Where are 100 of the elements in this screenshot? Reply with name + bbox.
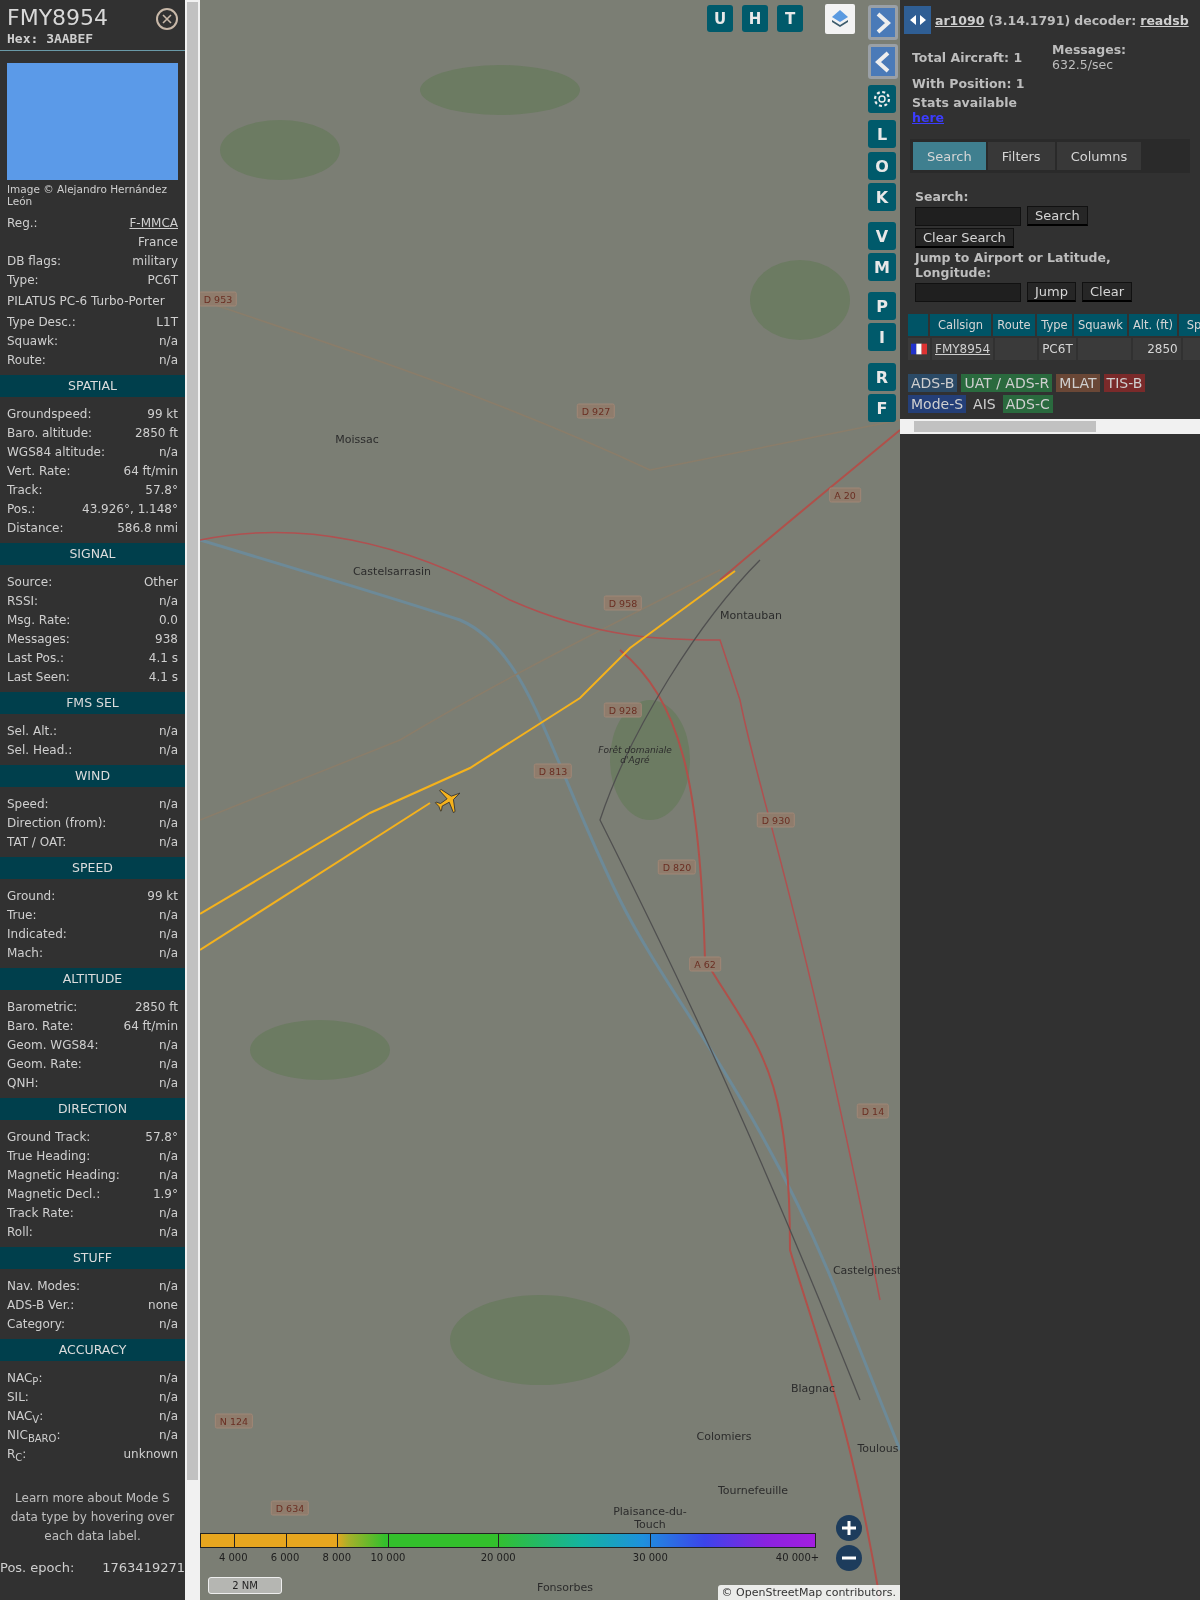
field-value: n/a [159,1148,178,1163]
clear-search-button[interactable]: Clear Search [915,228,1014,248]
column-header[interactable]: Squawk [1074,314,1127,336]
zoom-in-button[interactable] [836,1515,862,1541]
field-value: Other [143,574,178,589]
map-toggle-button[interactable]: O [868,152,896,180]
horizontal-scrollbar[interactable] [900,419,1200,434]
field-value: n/a [159,723,178,738]
collapse-button[interactable] [868,44,898,79]
field-label: Squawk: [7,333,58,348]
map-toggle-button[interactable]: K [868,183,896,211]
column-header[interactable]: Sp [1179,314,1200,336]
field-value: n/a [159,352,178,367]
table-cell: 2850 [1132,338,1181,360]
map-toggle-button[interactable]: V [868,222,896,250]
field-label: NAC$_{P}$: [7,1370,43,1385]
map-toggle-button[interactable]: T [777,5,803,32]
hex-code: Hex: 3AABEF [7,31,95,46]
field-label: Nav. Modes: [7,1278,81,1293]
column-header[interactable]: Alt. (ft) [1129,314,1177,336]
expand-button[interactable] [868,5,898,40]
layers-icon [829,8,851,30]
clear-button[interactable]: Clear [1082,282,1132,302]
place-label: Moissac [335,432,379,446]
map-toggle-button[interactable]: P [868,292,896,320]
section-header: SPEED [0,857,185,879]
field-value: 4.1 s [148,669,178,684]
map-toggle-button[interactable]: H [742,5,768,32]
field-label: Magnetic Decl.: [7,1186,101,1201]
section-header: SIGNAL [0,543,185,565]
road-label: N 124 [214,1413,254,1429]
column-header[interactable]: Callsign [930,314,991,336]
map-toggle-button[interactable]: M [868,253,896,281]
place-label: Montauban [720,608,782,622]
field-value: 2850 ft [134,425,178,440]
field-value: n/a [159,742,178,757]
stat-value: 632.5/sec [1052,57,1115,72]
field-label: Magnetic Heading: [7,1167,120,1182]
zoom-out-button[interactable] [836,1545,862,1571]
road-label: A 20 [829,487,861,503]
field-value: 99 kt [147,888,178,903]
field-label: QNH: [7,1075,39,1090]
field-value: n/a [159,907,178,922]
panel-tab[interactable]: Columns [1056,142,1142,170]
scrollbar[interactable] [185,0,200,1600]
field-label: Msg. Rate: [7,612,71,627]
section-header: ACCURACY [0,1339,185,1361]
jump-field[interactable] [915,282,1021,302]
field-label: ADS-B Ver.: [7,1297,75,1312]
field-value: n/a [159,1278,178,1293]
section-header: STUFF [0,1247,185,1269]
source-badge: UAT / ADS-R [961,374,1053,392]
source-badge: TIS-B [1103,374,1146,392]
callsign-title: FMY8954 [7,5,109,31]
field-value: n/a [159,1389,178,1404]
field-value: n/a [159,593,178,608]
field-label: NIC$_{BARO}$: [7,1427,61,1442]
place-label: Plaisance-du-Touch [612,1505,688,1531]
map-toggle-button[interactable]: U [707,5,733,32]
field-value: unknown [123,1446,178,1461]
field-value: 57.8° [145,482,178,497]
registration-link[interactable]: F-MMCA [129,215,178,230]
map-toggle-button[interactable]: R [868,363,896,391]
map-toggle-button[interactable]: L [868,120,896,148]
decoder-link[interactable]: readsb [1140,12,1189,28]
field-value: n/a [159,834,178,849]
field-value: L1T [156,314,178,329]
road-label: A 62 [689,956,721,972]
app-link[interactable]: ar1090 [935,12,985,28]
field-label: Sel. Alt.: [7,723,58,738]
map-toggle-button[interactable]: F [868,394,896,422]
field-value: 64 ft/min [123,1018,178,1033]
field-label: DB flags: [7,253,62,268]
settings-button[interactable] [868,85,896,113]
close-button[interactable] [156,8,178,30]
field-value: 43.926°, 1.148° [82,501,178,516]
field-label: Reg.: [7,215,38,230]
place-label: Colomiers [696,1429,752,1443]
panel-toggle-button[interactable] [904,6,931,34]
place-label: Toulous [857,1441,899,1455]
field-label: Groundspeed: [7,406,92,421]
column-header[interactable]: Type [1037,314,1072,336]
jump-button[interactable]: Jump [1027,282,1076,302]
field-label: Category: [7,1316,65,1331]
field-value: n/a [159,333,178,348]
search-button[interactable]: Search [1027,206,1088,226]
map-toggle-button[interactable]: I [868,323,896,351]
field-value: n/a [159,1427,178,1442]
column-header[interactable]: Route [993,314,1035,336]
jump-label: Jump to Airport or Latitude, Longitude: [915,250,1112,280]
panel-tab[interactable]: Filters [987,142,1055,170]
field-label: Sel. Head.: [7,742,73,757]
section-header: DIRECTION [0,1098,185,1120]
field-value: military [132,253,178,268]
altitude-label: 6 000 [270,1552,300,1563]
field-label: Type Desc.: [7,314,76,329]
layers-button[interactable] [825,4,855,34]
field-value: 0.0 [158,612,178,627]
search-field[interactable] [915,206,1021,226]
field-label: R$_{C}$: [7,1446,27,1461]
